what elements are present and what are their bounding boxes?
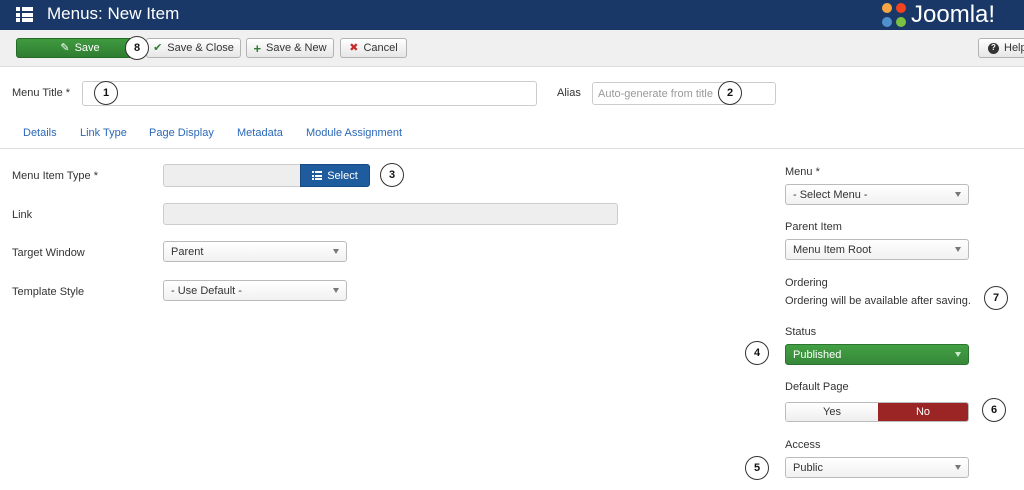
tab-module-assignment[interactable]: Module Assignment (306, 127, 402, 139)
callout-marker: 4 (745, 341, 769, 365)
save-new-button[interactable]: + Save & New (246, 38, 334, 58)
menu-item-type-field (163, 164, 303, 187)
logo-wordmark: Joomla! (911, 1, 996, 28)
default-yes-button[interactable]: Yes (786, 403, 878, 421)
default-page-label: Default Page (785, 381, 849, 393)
alias-input[interactable]: Auto-generate from title (592, 82, 776, 105)
alias-placeholder: Auto-generate from title (598, 88, 713, 100)
default-no-button[interactable]: No (878, 403, 968, 421)
target-window-select[interactable]: Parent (163, 241, 347, 262)
callout-marker: 3 (380, 163, 404, 187)
template-style-label: Template Style (12, 286, 85, 298)
status-value: Published (793, 349, 842, 361)
template-style-value: - Use Default - (171, 285, 242, 297)
check-icon: ✔ (153, 41, 163, 54)
status-select[interactable]: Published (785, 344, 969, 365)
tab-details[interactable]: Details (23, 127, 57, 139)
menu-select[interactable]: - Select Menu - (785, 184, 969, 205)
select-type-button[interactable]: Select (300, 164, 370, 187)
menu-title-input[interactable] (82, 81, 537, 106)
status-label: Status (785, 326, 817, 338)
callout-marker: 6 (982, 398, 1006, 422)
caret-down-icon (333, 249, 339, 254)
cancel-label: Cancel (363, 42, 398, 54)
parent-item-label: Parent Item (785, 221, 842, 233)
tab-bar: Details Link Type Page Display Metadata … (0, 118, 1024, 149)
plus-icon: + (253, 40, 262, 56)
menu-label: Menu * (785, 166, 820, 178)
tab-page-display[interactable]: Page Display (149, 127, 214, 139)
ordering-label: Ordering (785, 277, 828, 289)
callout-marker: 7 (984, 286, 1008, 310)
page-title: Menus: New Item (47, 4, 180, 23)
parent-item-select[interactable]: Menu Item Root (785, 239, 969, 260)
target-window-label: Target Window (12, 247, 85, 259)
caret-down-icon (955, 465, 961, 470)
link-label: Link (12, 209, 33, 221)
help-button[interactable]: ? Help (978, 38, 1024, 58)
caret-down-icon (955, 192, 961, 197)
callout-marker: 2 (718, 81, 742, 105)
default-page-toggle: Yes No (785, 402, 969, 422)
access-select[interactable]: Public (785, 457, 969, 478)
callout-marker: 5 (745, 456, 769, 480)
cancel-circle-icon: ✖ (349, 41, 359, 54)
save-close-button[interactable]: ✔ Save & Close (146, 38, 241, 58)
save-close-label: Save & Close (167, 42, 234, 54)
save-label: Save (74, 42, 100, 54)
caret-down-icon (955, 247, 961, 252)
target-window-value: Parent (171, 246, 204, 258)
select-label: Select (327, 169, 358, 182)
alias-label: Alias (557, 87, 581, 99)
cancel-button[interactable]: ✖ Cancel (340, 38, 407, 58)
caret-down-icon (955, 352, 961, 357)
joomla-logo: Joomla! (878, 0, 1024, 30)
app-header: Menus: New Item Joomla! (0, 0, 1024, 30)
access-label: Access (785, 439, 821, 451)
toolbar: ✎ Save ✔ Save & Close + Save & New ✖ Can… (0, 30, 1024, 67)
help-label: Help (1004, 42, 1024, 54)
tab-metadata[interactable]: Metadata (237, 127, 283, 139)
list-icon (312, 171, 323, 180)
parent-item-value: Menu Item Root (793, 244, 872, 256)
menu-value: - Select Menu - (793, 189, 868, 201)
access-value: Public (793, 462, 823, 474)
save-new-label: Save & New (266, 42, 327, 54)
edit-icon: ✎ (60, 41, 70, 54)
callout-marker: 1 (94, 81, 118, 105)
ordering-note: Ordering will be available after saving. (785, 295, 971, 307)
menu-list-icon (16, 7, 33, 22)
tab-link-type[interactable]: Link Type (80, 127, 127, 139)
joomla-logo-icon (882, 3, 906, 27)
menu-item-type-label: Menu Item Type * (12, 170, 99, 182)
question-icon: ? (988, 42, 999, 54)
menu-title-label: Menu Title * (12, 87, 71, 99)
link-field (163, 203, 618, 225)
caret-down-icon (333, 288, 339, 293)
callout-marker: 8 (125, 36, 149, 60)
template-style-select[interactable]: - Use Default - (163, 280, 347, 301)
